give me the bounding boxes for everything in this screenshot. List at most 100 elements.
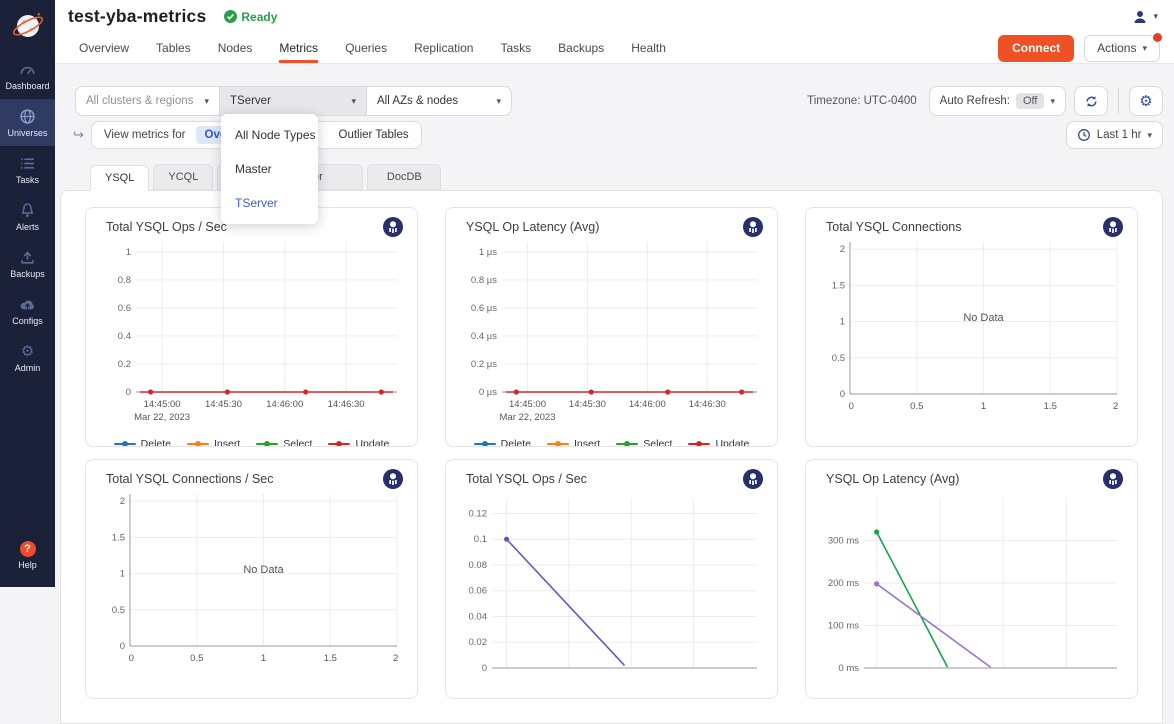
yugabyte-app-logo-icon[interactable] xyxy=(0,0,55,52)
view-outlier-tables-option[interactable]: Outlier Tables xyxy=(339,129,409,141)
gear-icon: ⚙ xyxy=(1139,92,1152,110)
legend-item-delete[interactable]: Delete xyxy=(474,438,531,447)
metric-tab-docdb[interactable]: DocDB xyxy=(367,164,441,190)
svg-text:200 ms: 200 ms xyxy=(828,578,859,589)
sidebar-nav: Dashboard UniversesTasksAlerts Backups Conf… xyxy=(0,52,55,381)
yugabyte-logo-icon[interactable] xyxy=(1103,217,1123,237)
chart-plot[interactable]: 21.510.5000.511.52No Data xyxy=(820,238,1123,422)
time-range-dropdown[interactable]: Last 1 hr ▾ xyxy=(1066,121,1163,149)
svg-text:0.8 µs: 0.8 µs xyxy=(471,275,497,286)
status-text: Ready xyxy=(241,10,277,24)
gear-icon: ⚙ xyxy=(21,343,34,360)
nav-tab-tasks[interactable]: Tasks xyxy=(500,33,531,63)
menu-item-tserver[interactable]: TServer xyxy=(221,186,318,220)
svg-text:0 µs: 0 µs xyxy=(479,387,497,398)
chart-title: Total YSQL Connections / Sec xyxy=(100,472,273,486)
sidebar-item-backups[interactable]: Backups xyxy=(0,240,55,287)
settings-button[interactable]: ⚙ xyxy=(1129,86,1163,116)
azs-nodes-dropdown[interactable]: All AZs & nodes ▾ xyxy=(366,86,512,116)
chart-plot[interactable]: 1 µs0.8 µs0.6 µs0.4 µs0.2 µs0 µs14:45:00… xyxy=(460,238,763,436)
nav-tab-overview[interactable]: Overview xyxy=(79,33,129,63)
chart-plot[interactable]: 10.80.60.40.2014:45:0014:45:3014:46:0014… xyxy=(100,238,403,436)
sidebar-item-label: Configs xyxy=(12,316,43,326)
nav-tab-backups[interactable]: Backups xyxy=(558,33,604,63)
metric-tab-ycql[interactable]: YCQL xyxy=(153,164,213,190)
sidebar-item-tasks[interactable]: Tasks xyxy=(0,146,55,193)
yugabyte-logo-icon[interactable] xyxy=(383,217,403,237)
legend-item-update[interactable]: Update xyxy=(328,438,389,447)
svg-text:1: 1 xyxy=(126,247,131,258)
node-type-dropdown[interactable]: TServer ▾ xyxy=(219,86,367,116)
legend-item-delete[interactable]: Delete xyxy=(114,438,171,447)
bell-icon xyxy=(19,202,36,219)
yugabyte-logo-icon[interactable] xyxy=(1103,469,1123,489)
universe-header: test-yba-metrics Ready ▾ xyxy=(55,0,1174,64)
legend-item-update[interactable]: Update xyxy=(688,438,749,447)
auto-refresh-label: Auto Refresh: xyxy=(940,95,1010,107)
yugabyte-logo-icon[interactable] xyxy=(383,469,403,489)
yugabyte-logo-icon[interactable] xyxy=(743,217,763,237)
chart-plot[interactable]: 0.120.10.080.060.040.020 xyxy=(460,490,763,680)
chart-plot[interactable]: 300 ms200 ms100 ms0 ms xyxy=(820,490,1123,680)
clock-icon xyxy=(1077,128,1091,142)
sidebar-item-label: Backups xyxy=(10,269,45,279)
clusters-regions-dropdown[interactable]: All clusters & regions ▾ xyxy=(75,86,220,116)
metrics-panel: Total YSQL Ops / Sec10.80.60.40.2014:45:… xyxy=(60,190,1163,724)
check-circle-icon xyxy=(224,10,237,23)
legend-item-select[interactable]: Select xyxy=(256,438,312,447)
svg-text:0.08: 0.08 xyxy=(469,560,488,571)
connect-button[interactable]: Connect xyxy=(998,35,1074,62)
nav-tab-queries[interactable]: Queries xyxy=(345,33,387,63)
legend-item-select[interactable]: Select xyxy=(616,438,672,447)
legend-item-insert[interactable]: Insert xyxy=(547,438,600,447)
menu-item-master[interactable]: Master xyxy=(221,152,318,186)
branch-arrow-icon: ↪ xyxy=(73,127,84,143)
refresh-button[interactable] xyxy=(1074,86,1108,116)
sidebar-item-configs[interactable]: Configs xyxy=(0,287,55,334)
universe-icon xyxy=(19,108,36,125)
nav-tab-health[interactable]: Health xyxy=(631,33,666,63)
svg-text:1 µs: 1 µs xyxy=(479,247,497,258)
svg-text:0: 0 xyxy=(840,389,845,400)
title-row: test-yba-metrics Ready ▾ xyxy=(55,0,1174,33)
sidebar-item-admin[interactable]: ⚙Admin xyxy=(0,334,55,381)
chevron-down-icon: ▾ xyxy=(1050,97,1055,106)
yugabyte-logo-icon[interactable] xyxy=(743,469,763,489)
nav-tab-tables[interactable]: Tables xyxy=(156,33,191,63)
filter-row: All clusters & regions ▾ TServer ▾ All A… xyxy=(75,86,1163,116)
svg-text:14:46:30: 14:46:30 xyxy=(689,399,726,410)
svg-text:0 ms: 0 ms xyxy=(838,663,859,674)
actions-button[interactable]: Actions ▾ xyxy=(1084,35,1160,62)
svg-text:2: 2 xyxy=(840,244,845,255)
main-area: test-yba-metrics Ready ▾ xyxy=(55,0,1174,587)
sidebar-item-dashboard[interactable]: Dashboard xyxy=(0,52,55,99)
menu-item-all-node-types[interactable]: All Node Types xyxy=(221,118,318,152)
nav-tab-nodes[interactable]: Nodes xyxy=(218,33,253,63)
svg-text:0.5: 0.5 xyxy=(112,605,125,616)
chart-plot[interactable]: 21.510.5000.511.52No Data xyxy=(100,490,403,674)
svg-text:14:45:00: 14:45:00 xyxy=(144,399,181,410)
svg-text:0.8: 0.8 xyxy=(118,275,131,286)
nav-tabs-row: Overview Tables Nodes Metrics Queries Replica… xyxy=(55,33,1174,64)
sidebar-item-universes[interactable]: Universes xyxy=(0,99,55,146)
svg-text:No Data: No Data xyxy=(243,564,284,576)
svg-text:0.02: 0.02 xyxy=(469,637,488,648)
legend-item-insert[interactable]: Insert xyxy=(187,438,240,447)
auto-refresh-dropdown[interactable]: Auto Refresh: Off ▾ xyxy=(929,86,1066,116)
chevron-down-icon: ▾ xyxy=(1153,12,1158,21)
svg-text:0.2 µs: 0.2 µs xyxy=(471,359,497,370)
user-avatar[interactable]: ▾ xyxy=(1132,9,1158,25)
svg-text:0: 0 xyxy=(482,663,487,674)
svg-text:14:45:30: 14:45:30 xyxy=(205,399,242,410)
nav-tab-replication[interactable]: Replication xyxy=(414,33,473,63)
nav-tab-metrics[interactable]: Metrics xyxy=(279,33,318,63)
metric-tab-ysql[interactable]: YSQL xyxy=(90,165,149,191)
svg-text:1.5: 1.5 xyxy=(324,653,337,664)
app-window: DashboardUniversesTasksAlertsBackupsConf… xyxy=(0,0,1174,587)
chart-card: Total YSQL Connections21.510.5000.511.52… xyxy=(805,207,1138,447)
chart-title: Total YSQL Ops / Sec xyxy=(100,220,227,234)
sidebar-item-alerts[interactable]: Alerts xyxy=(0,193,55,240)
sidebar-item-label: Dashboard xyxy=(5,81,49,91)
azs-nodes-value: All AZs & nodes xyxy=(377,95,458,107)
sidebar-item-help[interactable]: ? Help xyxy=(0,532,55,579)
